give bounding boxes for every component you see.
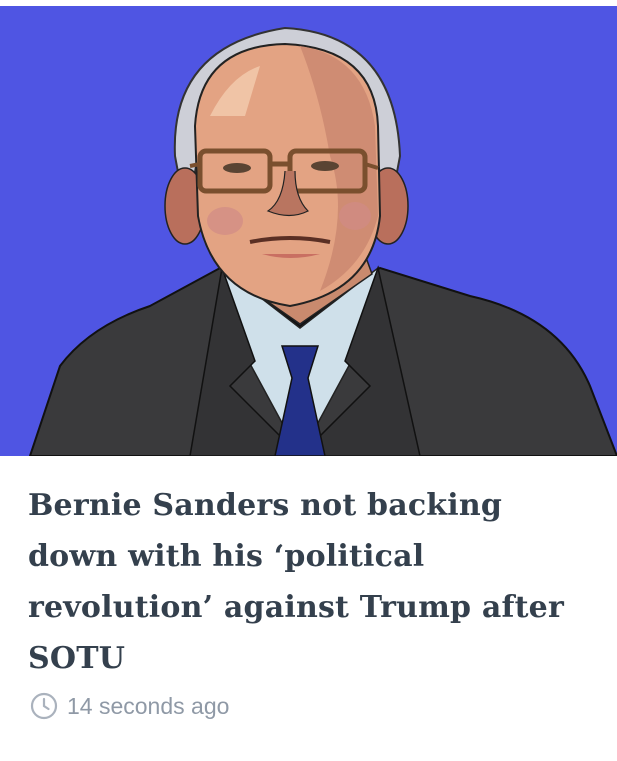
article-card[interactable]: Bernie Sanders not backing down with his…: [0, 0, 617, 761]
clock-icon: [30, 692, 58, 720]
article-meta: 14 seconds ago: [30, 690, 229, 722]
portrait-illustration: [28, 26, 617, 456]
article-image[interactable]: [0, 6, 617, 456]
article-headline[interactable]: Bernie Sanders not backing down with his…: [28, 480, 598, 684]
timestamp: 14 seconds ago: [67, 692, 230, 719]
